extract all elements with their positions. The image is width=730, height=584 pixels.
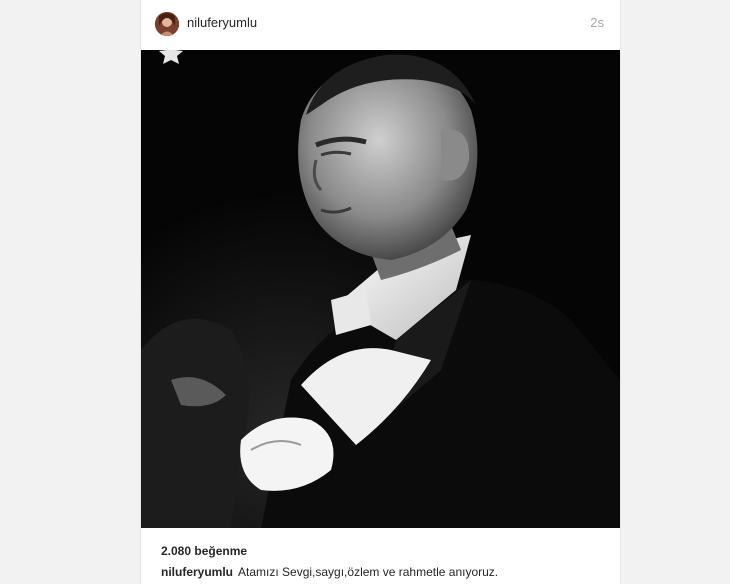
post-header: niluferyumlu 2s bbox=[141, 0, 620, 50]
post-username[interactable]: niluferyumlu bbox=[187, 15, 257, 30]
portrait-image bbox=[141, 50, 620, 528]
avatar-image bbox=[155, 12, 179, 36]
post-caption: niluferyumlu Atamızı Sevgi,saygı,özlem ve… bbox=[161, 565, 498, 579]
user-avatar[interactable] bbox=[155, 12, 179, 36]
post-card: niluferyumlu 2s 2.080 beğenme niluferyum… bbox=[141, 0, 620, 584]
likes-count[interactable]: 2.080 beğenme bbox=[161, 544, 247, 558]
post-photo[interactable] bbox=[141, 50, 620, 528]
post-footer: 2.080 beğenme niluferyumlu Atamızı Sevgi,… bbox=[141, 528, 620, 584]
post-timestamp[interactable]: 2s bbox=[590, 15, 604, 30]
caption-text: Atamızı Sevgi,saygı,özlem ve rahmetle an… bbox=[238, 565, 499, 579]
caption-username[interactable]: niluferyumlu bbox=[161, 565, 233, 579]
